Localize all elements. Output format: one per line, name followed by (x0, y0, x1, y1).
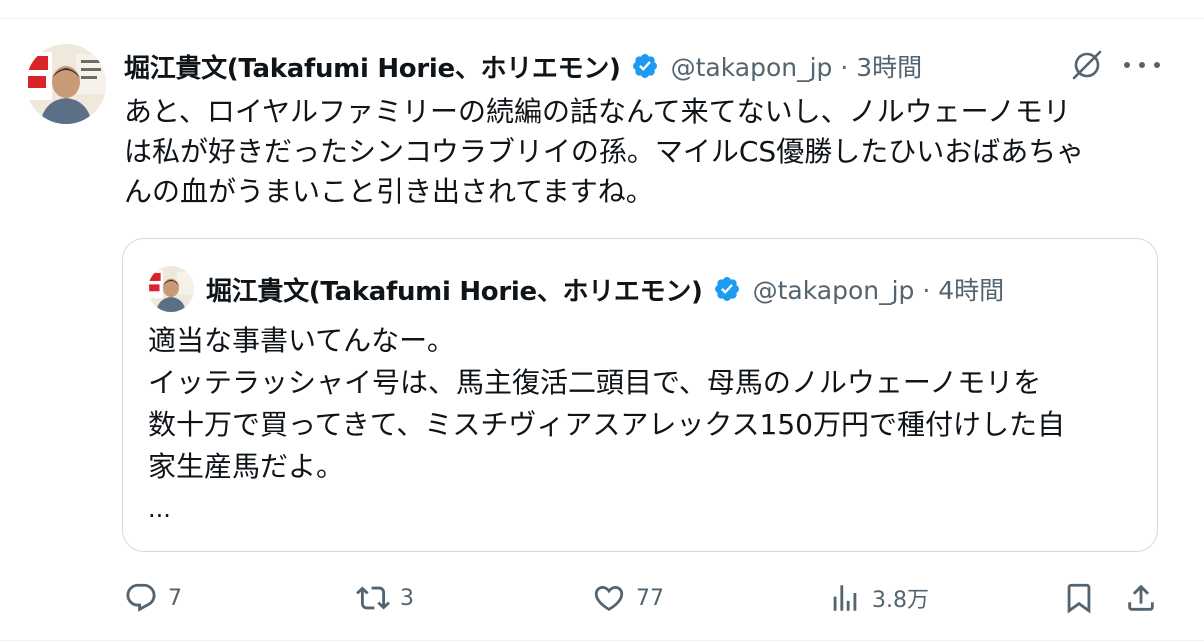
quoted-tweet-time[interactable]: 4時間 (938, 276, 1004, 305)
more-icon[interactable] (1124, 50, 1160, 80)
like-button[interactable]: 77 (592, 578, 664, 618)
verified-badge-icon[interactable] (713, 275, 741, 303)
views-chart-icon (833, 585, 857, 611)
tweet-header: 堀江貴文(Takafumi Horie、ホリエモン) @takapon_jp ·… (124, 46, 922, 86)
more-dot (1154, 62, 1160, 68)
quoted-text-line: 数十万で買ってきて、ミスチヴィアスアレックス150万円で種付けした自 (148, 408, 1065, 441)
top-divider (0, 18, 1204, 19)
quoted-text-line: 適当な事書いてんなー。 (148, 324, 455, 357)
quoted-tweet-header: 堀江貴文(Takafumi Horie、ホリエモン) @takapon_jp ·… (206, 270, 1004, 308)
repost-icon (356, 586, 390, 610)
author-avatar[interactable] (26, 44, 106, 124)
quoted-text-line: イッテラッシャイ号は、馬主復活二頭目で、母馬のノルウェーノモリを (148, 366, 1042, 399)
author-handle[interactable]: @takapon_jp (671, 53, 833, 82)
more-dot (1124, 62, 1130, 68)
quoted-text-ellipsis: ... (148, 495, 171, 523)
reply-count: 7 (168, 585, 182, 611)
reply-button[interactable]: 7 (124, 578, 182, 618)
like-count: 77 (636, 585, 664, 611)
tweet-text-line: は私が好きだったシンコウラブリイの孫。マイルCS優勝したひいおばあちゃ (124, 135, 1085, 168)
quoted-author-avatar[interactable] (148, 266, 194, 312)
quoted-text-line: 家生産馬だよ。 (148, 450, 345, 483)
share-button[interactable] (1124, 578, 1158, 618)
more-dot (1139, 62, 1145, 68)
tweet-text-line: あと、ロイヤルファミリーの続編の話なんて来てないし、ノルウェーノモリ (124, 95, 1071, 128)
bookmark-button[interactable] (1062, 578, 1096, 618)
quoted-author-name[interactable]: 堀江貴文(Takafumi Horie、ホリエモン) (206, 271, 703, 308)
meta-separator: · (840, 53, 849, 82)
tweet-text-line: んの血がうまいこと引き出されてますね。 (124, 175, 654, 208)
repost-button[interactable]: 3 (356, 578, 414, 618)
bookmark-icon (1067, 583, 1091, 614)
tweet-time[interactable]: 3時間 (856, 53, 922, 82)
quoted-tweet-text: 適当な事書いてんなー。 イッテラッシャイ号は、馬主復活二頭目で、母馬のノルウェー… (148, 320, 1148, 488)
heart-icon (594, 585, 624, 611)
grok-icon[interactable] (1070, 48, 1104, 82)
quoted-author-handle[interactable]: @takapon_jp (753, 276, 915, 305)
author-name[interactable]: 堀江貴文(Takafumi Horie、ホリエモン) (124, 48, 621, 85)
repost-count: 3 (400, 585, 414, 611)
tweet-text: あと、ロイヤルファミリーの続編の話なんて来てないし、ノルウェーノモリ は私が好き… (124, 92, 1164, 212)
bottom-divider (0, 640, 1204, 641)
views-count: 3.8万 (872, 588, 929, 613)
views-button[interactable]: 3.8万 (828, 578, 929, 618)
meta-separator: · (922, 276, 931, 305)
share-icon (1128, 584, 1154, 611)
verified-badge-icon[interactable] (631, 52, 659, 80)
reply-icon (126, 583, 156, 612)
